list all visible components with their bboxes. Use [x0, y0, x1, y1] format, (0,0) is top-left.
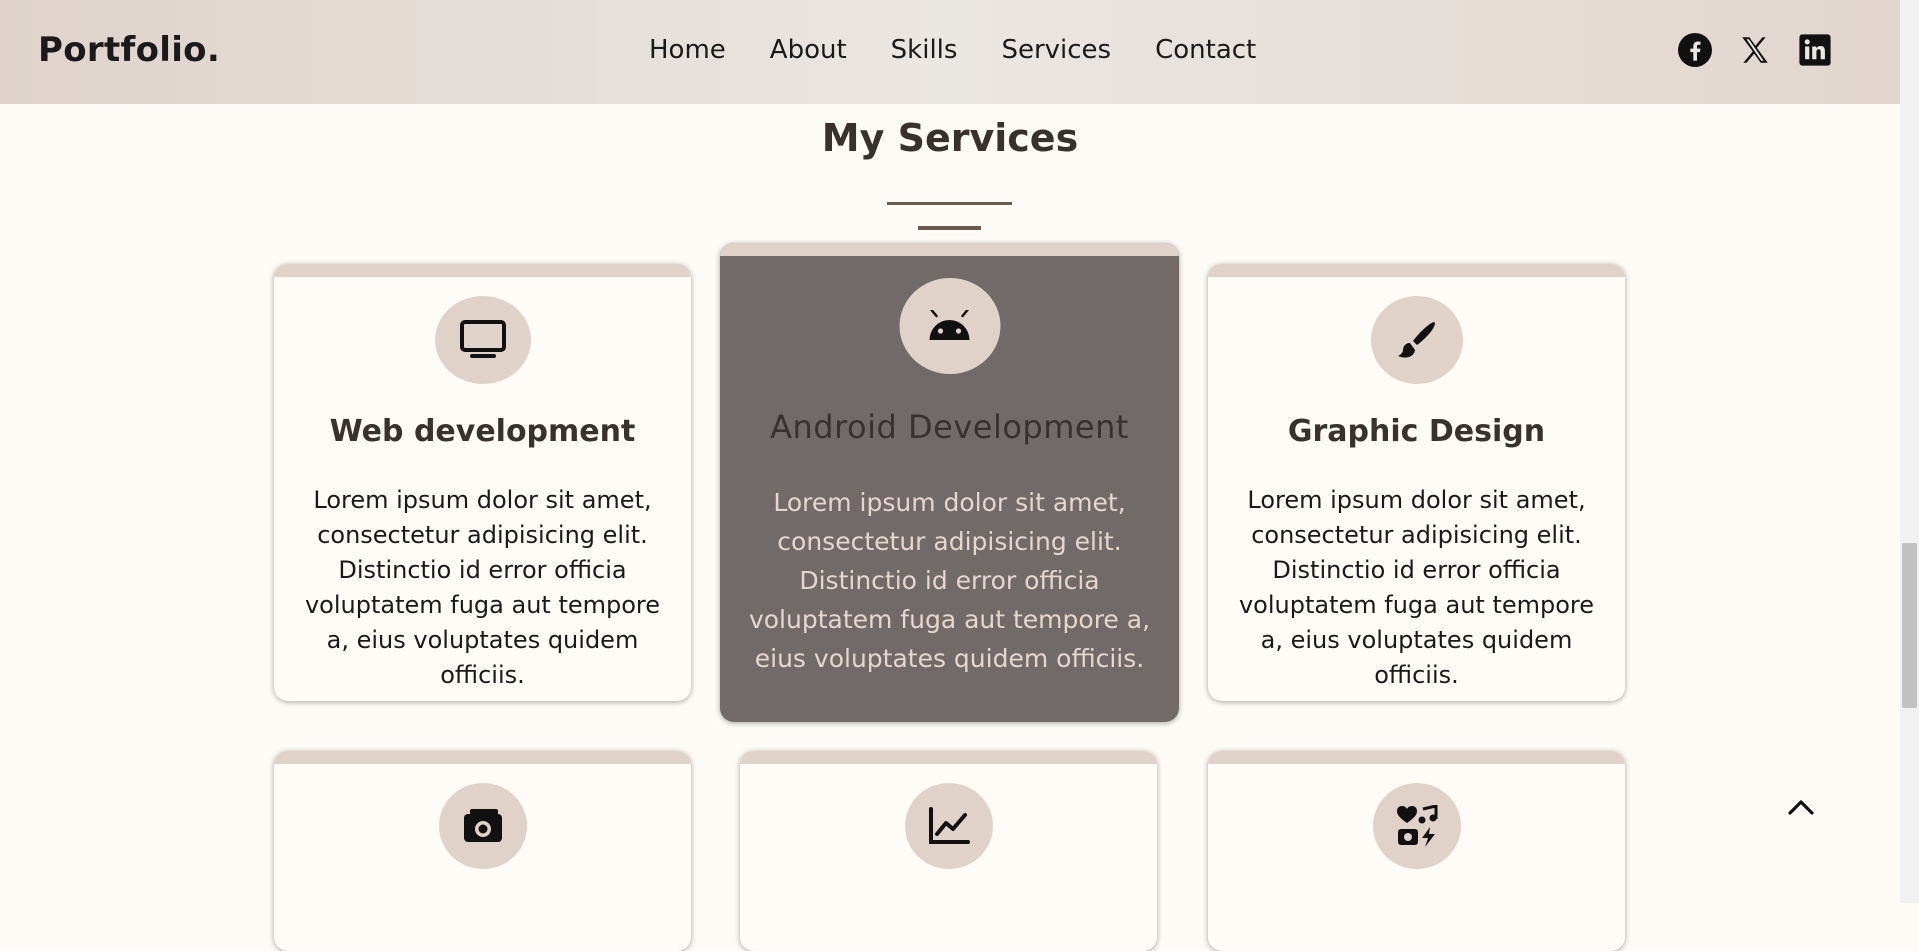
- camera-icon: [463, 809, 502, 842]
- card-topbar: [740, 751, 1157, 764]
- logo[interactable]: Portfolio.: [38, 30, 220, 70]
- title-underline-long: [887, 202, 1012, 205]
- card-topbar: [274, 264, 691, 277]
- card-icon-badge: [434, 296, 531, 384]
- service-card-analytics[interactable]: [740, 751, 1157, 951]
- card-text: Lorem ipsum dolor sit amet, consectetur …: [1238, 486, 1595, 689]
- card-title: Graphic Design: [1287, 414, 1546, 449]
- service-card-web[interactable]: Web development Lorem ipsum dolor sit am…: [274, 264, 691, 701]
- main-nav: Home About Skills Services Contact: [649, 35, 1300, 65]
- card-title: Web development: [329, 414, 636, 449]
- scrollbar-track[interactable]: [1900, 0, 1919, 903]
- social-links: [1678, 33, 1832, 67]
- nav-services[interactable]: Services: [1001, 35, 1111, 65]
- android-icon: [929, 310, 970, 340]
- nav-skills[interactable]: Skills: [891, 35, 958, 65]
- paintbrush-icon: [1397, 322, 1435, 358]
- media-icon: [1396, 805, 1437, 847]
- service-card-android[interactable]: Android Development Lorem ipsum dolor si…: [720, 243, 1179, 722]
- card-icon-badge: [904, 783, 993, 869]
- card-text: Lorem ipsum dolor sit amet, consectetur …: [748, 488, 1151, 673]
- facebook-icon[interactable]: [1678, 33, 1712, 67]
- scrollbar-thumb[interactable]: [1902, 543, 1917, 708]
- card-topbar: [1208, 264, 1625, 277]
- service-card-graphic[interactable]: Graphic Design Lorem ipsum dolor sit ame…: [1208, 264, 1625, 701]
- card-topbar: [1208, 751, 1625, 764]
- card-title: Android Development: [770, 408, 1129, 446]
- linkedin-icon[interactable]: [1798, 33, 1832, 67]
- site-header: Portfolio. Home About Skills Services Co…: [0, 0, 1900, 104]
- card-icon-badge: [899, 278, 1000, 374]
- service-card-photography[interactable]: [274, 751, 691, 951]
- chart-line-icon: [928, 807, 970, 844]
- nav-home[interactable]: Home: [649, 35, 726, 65]
- chevron-up-icon: [1788, 800, 1814, 815]
- card-text: Lorem ipsum dolor sit amet, consectetur …: [304, 486, 661, 689]
- nav-contact[interactable]: Contact: [1155, 35, 1256, 65]
- card-topbar: [274, 751, 691, 764]
- back-to-top-button[interactable]: [1786, 795, 1816, 819]
- title-underline-short: [918, 226, 981, 230]
- x-icon[interactable]: [1738, 33, 1772, 67]
- card-icon-badge: [438, 783, 527, 869]
- nav-about[interactable]: About: [770, 35, 847, 65]
- monitor-icon: [459, 320, 506, 358]
- card-topbar: [720, 243, 1179, 256]
- section-title: My Services: [821, 116, 1079, 160]
- card-icon-badge: [1370, 296, 1463, 384]
- service-card-media[interactable]: [1208, 751, 1625, 951]
- card-icon-badge: [1372, 783, 1461, 869]
